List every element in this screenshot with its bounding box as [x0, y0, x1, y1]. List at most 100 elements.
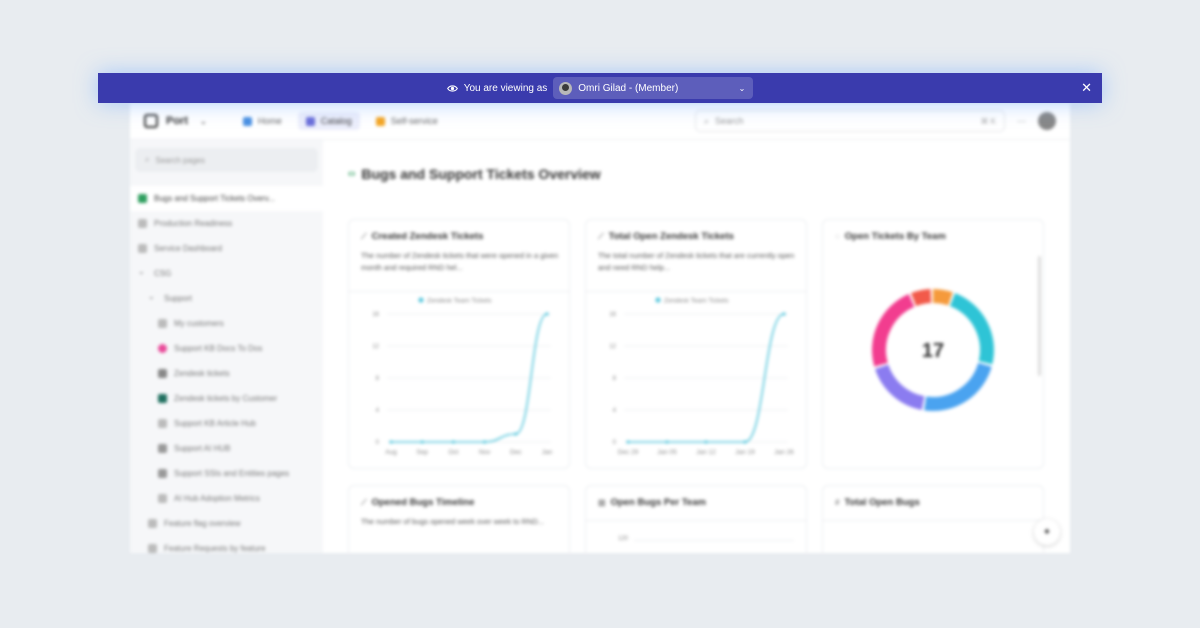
sidebar-list: Bugs and Support Tickets Overv... Product…: [130, 186, 323, 553]
close-icon[interactable]: ✕: [1081, 80, 1092, 96]
sidebar-item-label: Production Readiness: [154, 219, 233, 228]
more-icon[interactable]: ···: [1017, 116, 1026, 126]
y-tick-label: 4: [613, 408, 617, 414]
app-window: Port ⌄ Home Catalog Self-service ⌕ Searc…: [130, 103, 1070, 553]
chevron-down-icon: ⌄: [738, 83, 746, 93]
data-point: [389, 440, 393, 444]
nav-tab-label: Self-service: [390, 116, 438, 126]
y-tick-label: 12: [372, 344, 379, 350]
page-title: ‹› Bugs and Support Tickets Overview: [348, 166, 601, 182]
line-chart-icon: ⟋: [598, 231, 604, 241]
sidebar-item-label: Zendesk tickets by Customer: [174, 394, 278, 403]
sidebar-item-label: Support KB Docs To Dos: [174, 344, 263, 353]
legend-label: Zendesk Team Tickets: [664, 298, 729, 305]
widget-description: The number of bugs opened week over week…: [361, 517, 545, 526]
widget-title: ⟋ Opened Bugs Timeline: [361, 497, 474, 508]
sidebar-item[interactable]: Production Readiness: [130, 211, 323, 236]
ai-icon: [158, 444, 167, 453]
sidebar-item[interactable]: Service Dashboard: [130, 236, 323, 261]
sidebar-item[interactable]: Zendesk tickets: [130, 361, 323, 386]
ai-assistant-button[interactable]: ✦: [1034, 519, 1060, 545]
y-tick-label: 8: [376, 376, 380, 382]
gear-icon: [158, 469, 167, 478]
sidebar-item-label: Support SSIs and Entities pages: [174, 469, 290, 478]
top-nav: Port ⌄ Home Catalog Self-service ⌕ Searc…: [130, 103, 1070, 140]
member-name: Omri Gilad - (Member): [578, 82, 679, 94]
sidebar-item[interactable]: Feature flag overview: [130, 511, 323, 536]
search-shortcut: ⌘ K: [980, 116, 996, 126]
search-icon: ⌕: [704, 115, 710, 126]
y-tick-label: 12: [609, 344, 616, 350]
data-point: [704, 440, 708, 444]
search-placeholder: Search: [715, 116, 744, 126]
search-icon: ⌕: [145, 155, 150, 164]
widget-title-text: Total Open Bugs: [844, 497, 920, 508]
widget-title: ⟋ Total Open Zendesk Tickets: [598, 231, 734, 242]
donut-slice: [932, 289, 953, 306]
sidebar-item[interactable]: Support KB Docs To Dos: [130, 336, 323, 361]
nav-tab-catalog[interactable]: Catalog: [297, 112, 360, 130]
x-tick-label: Jan 12: [696, 449, 716, 456]
y-tick-label: 0: [613, 440, 617, 446]
x-tick-label: Jan 19: [735, 449, 755, 456]
sidebar-item[interactable]: Bugs and Support Tickets Overv...: [130, 186, 323, 211]
lightning-icon: [375, 116, 385, 126]
circle-icon: [158, 344, 167, 353]
legend-marker: [418, 297, 424, 303]
x-tick-label: Jan 05: [657, 449, 677, 456]
data-point: [626, 440, 630, 444]
sidebar-item-label: Zendesk tickets: [174, 369, 230, 378]
sidebar-item[interactable]: ⌄ Support: [130, 286, 323, 311]
nav-tab-self-service[interactable]: Self-service: [368, 112, 446, 130]
brand[interactable]: Port ⌄: [144, 114, 207, 128]
sidebar-item[interactable]: Support KB Article Hub: [130, 411, 323, 436]
member-select[interactable]: Omri Gilad - (Member) ⌄: [553, 77, 754, 99]
chevron-down-icon: ⌄: [148, 292, 155, 301]
donut-slice: [924, 362, 992, 411]
y-tick-label: 16: [609, 312, 616, 318]
nav-tab-home[interactable]: Home: [235, 112, 290, 130]
data-point: [743, 440, 747, 444]
widget-bugs-timeline: ⟋ Opened Bugs Timeline The number of bugs…: [348, 485, 570, 553]
sidebar-item[interactable]: Feature Requests by feature: [130, 536, 323, 553]
scrollbar[interactable]: [1038, 256, 1041, 376]
user-avatar[interactable]: [1038, 112, 1056, 130]
data-point: [451, 440, 455, 444]
chat-icon: [158, 369, 167, 378]
x-tick-label: Oct: [448, 449, 458, 456]
sidebar-item[interactable]: ⌄ CSG: [130, 261, 323, 286]
sidebar-item-label: Service Dashboard: [154, 244, 223, 253]
x-tick-label: Dec: [510, 449, 522, 456]
sidebar-item-label: Support: [164, 294, 193, 303]
sidebar-item[interactable]: Zendesk tickets by Customer: [130, 386, 323, 411]
catalog-icon: [305, 116, 315, 126]
widget-title-text: Open Tickets By Team: [844, 231, 946, 242]
sidebar-item[interactable]: Support SSIs and Entities pages: [130, 461, 323, 486]
sidebar-item[interactable]: My customers: [130, 311, 323, 336]
donut-slice: [949, 293, 994, 365]
sidebar-item[interactable]: AI Hub Adoption Metrics: [130, 486, 323, 511]
page-title-text: Bugs and Support Tickets Overview: [361, 166, 601, 182]
y-tick-label: 16: [372, 312, 379, 318]
brand-name: Port: [166, 115, 188, 127]
line-chart-icon: ⟋: [361, 497, 367, 507]
data-point: [665, 440, 669, 444]
widget-divider: [823, 520, 1043, 521]
page-search-input[interactable]: ⌕ Search pages: [135, 148, 318, 172]
widget-divider: [586, 520, 806, 521]
donut-total: 17: [922, 340, 944, 362]
viewing-as-bar: You are viewing as Omri Gilad - (Member)…: [98, 73, 1102, 103]
widget-title-text: Opened Bugs Timeline: [371, 497, 475, 508]
y-tick-label: 0: [376, 440, 380, 446]
widget-title-text: Created Zendesk Tickets: [371, 231, 484, 242]
line-chart: Zendesk Team Tickets 0 4 8 12 16 Aug Sep Oct Nov D…: [372, 297, 553, 456]
line-chart-icon: ⟋: [361, 231, 367, 241]
port-logo-icon: [144, 114, 158, 128]
widget-description: The number of Zendesk tickets that were …: [361, 251, 559, 272]
sidebar-item[interactable]: Support AI HUB: [130, 436, 323, 461]
pie-chart-icon: ◌: [835, 232, 840, 241]
eye-icon: [446, 84, 458, 92]
widget-title-text: Total Open Zendesk Tickets: [608, 231, 734, 242]
global-search-input[interactable]: ⌕ Search ⌘ K: [695, 110, 1005, 132]
y-tick-label: 120: [618, 536, 629, 542]
